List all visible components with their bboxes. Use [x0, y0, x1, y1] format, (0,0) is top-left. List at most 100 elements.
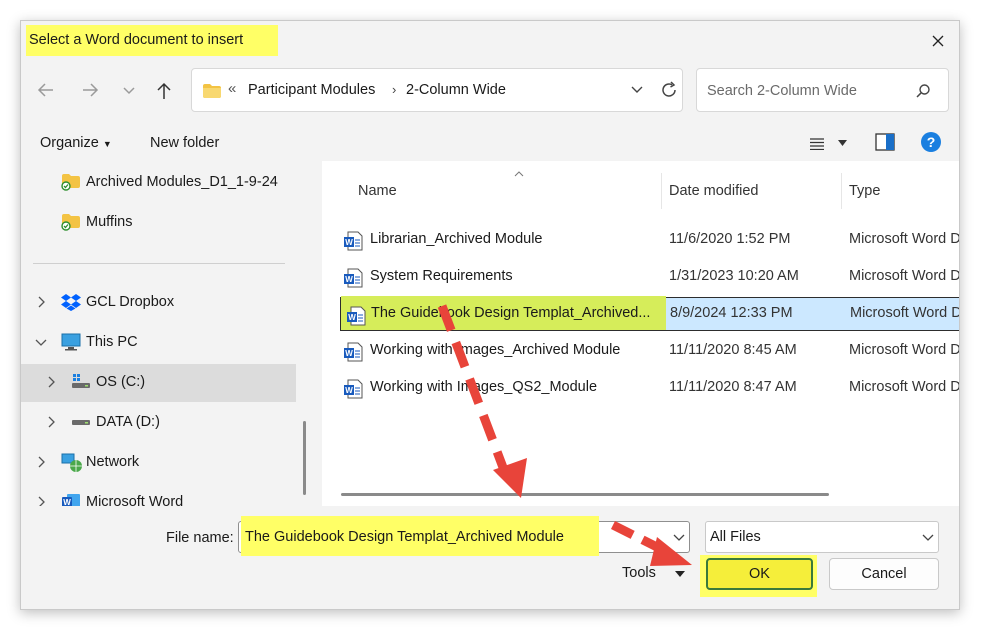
drive-icon: [72, 420, 90, 425]
svg-text:W: W: [345, 238, 353, 247]
search-placeholder[interactable]: Search 2-Column Wide: [707, 83, 857, 99]
chevron-down-icon[interactable]: [630, 85, 644, 95]
windows-drive-icon: [72, 374, 90, 388]
sidebar-item-muffins[interactable]: Muffins: [21, 204, 298, 240]
breadcrumb-2-column-wide[interactable]: 2-Column Wide: [406, 82, 506, 98]
tools-menu[interactable]: Tools: [622, 565, 656, 581]
chevron-down-icon[interactable]: [673, 534, 685, 542]
folder-icon: [203, 84, 221, 98]
sidebar-item-this-pc[interactable]: This PC: [21, 324, 298, 360]
sidebar-item-network[interactable]: Network: [21, 444, 298, 480]
file-open-dialog: Select a Word document to insert « Parti…: [20, 20, 960, 610]
column-header-label: Name: [358, 183, 397, 199]
column-header-type[interactable]: Type: [841, 173, 959, 209]
cancel-button[interactable]: Cancel: [829, 558, 939, 590]
file-name-input[interactable]: The Guidebook Design Templat_Archived Mo…: [238, 516, 690, 556]
chevron-right-icon[interactable]: [47, 416, 55, 428]
file-type-select[interactable]: All Files: [705, 521, 939, 553]
network-icon: [61, 453, 82, 472]
file-date: 11/6/2020 1:52 PM: [669, 231, 791, 247]
file-name: The Guidebook Design Templat_Archived...: [371, 305, 651, 321]
sidebar-item-label: Microsoft Word: [86, 494, 184, 506]
breadcrumb-overflow[interactable]: «: [228, 80, 236, 97]
back-button[interactable]: [33, 76, 59, 104]
file-date: 1/31/2023 10:20 AM: [669, 268, 799, 284]
address-bar[interactable]: « Participant Modules › 2-Column Wide: [191, 68, 683, 112]
svg-text:W: W: [348, 313, 356, 322]
file-row[interactable]: W Working with Images_QS2_Module 11/11/2…: [338, 371, 960, 405]
caret-down-icon[interactable]: [838, 140, 847, 146]
sidebar-scrollbar[interactable]: [303, 421, 306, 495]
file-type-value: All Files: [710, 529, 761, 545]
synced-folder-icon: [61, 214, 80, 231]
title-bar: Select a Word document to insert: [21, 21, 959, 59]
file-type: Microsoft Word D: [850, 305, 960, 321]
recent-locations-button[interactable]: [117, 76, 143, 104]
chevron-down-icon: [123, 87, 135, 95]
sidebar-item-microsoft-word[interactable]: W Microsoft Word: [21, 484, 298, 506]
word-document-icon: W: [347, 306, 366, 326]
search-icon[interactable]: [915, 83, 931, 99]
word-document-icon: W: [344, 342, 363, 362]
file-type: Microsoft Word D: [849, 379, 960, 395]
close-icon: [932, 35, 944, 47]
file-name-label: File name:: [166, 530, 234, 546]
file-row-selected[interactable]: W The Guidebook Design Templat_Archived.…: [340, 296, 960, 331]
caret-down-icon[interactable]: [675, 571, 685, 577]
file-type: Microsoft Word D: [849, 268, 960, 284]
word-document-icon: W: [344, 231, 363, 251]
synced-folder-icon: [61, 174, 80, 191]
sidebar-item-archived-modules[interactable]: Archived Modules_D1_1-9-24: [21, 164, 298, 200]
column-header-label: Date modified: [669, 183, 759, 199]
column-separator[interactable]: [661, 173, 662, 209]
column-header-label: Type: [849, 183, 881, 199]
new-folder-button[interactable]: New folder: [150, 135, 219, 151]
sidebar-item-os-c[interactable]: OS (C:): [21, 364, 296, 402]
refresh-icon[interactable]: [658, 79, 680, 101]
horizontal-scrollbar[interactable]: [341, 493, 829, 496]
forward-button[interactable]: [77, 76, 103, 104]
file-name: System Requirements: [370, 268, 513, 284]
file-row[interactable]: W Librarian_Archived Module 11/6/2020 1:…: [338, 223, 959, 257]
chevron-right-icon[interactable]: [47, 376, 55, 388]
file-row[interactable]: W Working with Images_Archived Module 11…: [338, 334, 960, 368]
caret-down-icon: ▼: [102, 139, 112, 149]
column-header-date[interactable]: Date modified: [661, 173, 841, 209]
column-separator[interactable]: [841, 173, 842, 209]
sidebar-item-label: OS (C:): [96, 374, 146, 390]
chevron-down-icon[interactable]: [35, 338, 47, 346]
file-list: Name Date modified Type W Librarian_Arch…: [322, 161, 960, 506]
chevron-right-icon[interactable]: [37, 456, 45, 468]
file-date: 11/11/2020 8:45 AM: [669, 342, 797, 358]
breadcrumb-participant-modules[interactable]: Participant Modules: [248, 82, 375, 98]
dialog-title: Select a Word document to insert: [29, 32, 244, 48]
organize-label: Organize: [40, 135, 99, 151]
svg-text:?: ?: [927, 134, 936, 150]
help-icon[interactable]: ?: [920, 131, 942, 153]
sidebar-item-data-d[interactable]: DATA (D:): [21, 404, 298, 440]
file-name-value[interactable]: The Guidebook Design Templat_Archived Mo…: [245, 529, 564, 545]
file-name: Working with Images_QS2_Module: [370, 379, 598, 395]
computer-icon: [61, 333, 81, 351]
file-type: Microsoft Word D: [849, 342, 960, 358]
organize-menu[interactable]: Organize ▼: [40, 135, 112, 151]
ok-button[interactable]: OK: [706, 558, 813, 590]
preview-pane-icon[interactable]: [875, 133, 895, 151]
file-row[interactable]: W System Requirements 1/31/2023 10:20 AM…: [338, 260, 960, 294]
arrow-left-icon: [37, 83, 53, 97]
up-button[interactable]: [151, 76, 177, 104]
svg-text:W: W: [345, 386, 353, 395]
view-list-icon[interactable]: [809, 138, 825, 150]
word-icon: W: [62, 494, 80, 506]
sidebar-item-label: GCL Dropbox: [86, 294, 175, 310]
search-box[interactable]: Search 2-Column Wide: [696, 68, 949, 112]
arrow-up-icon: [157, 82, 171, 99]
chevron-right-icon[interactable]: [37, 296, 45, 308]
word-document-icon: W: [344, 379, 363, 399]
close-button[interactable]: [921, 26, 955, 56]
column-header-name[interactable]: Name: [338, 171, 661, 209]
chevron-down-icon: [922, 534, 934, 541]
sidebar-item-gcl-dropbox[interactable]: GCL Dropbox: [21, 284, 298, 320]
dropbox-icon: [61, 294, 81, 311]
chevron-right-icon[interactable]: [37, 496, 45, 506]
